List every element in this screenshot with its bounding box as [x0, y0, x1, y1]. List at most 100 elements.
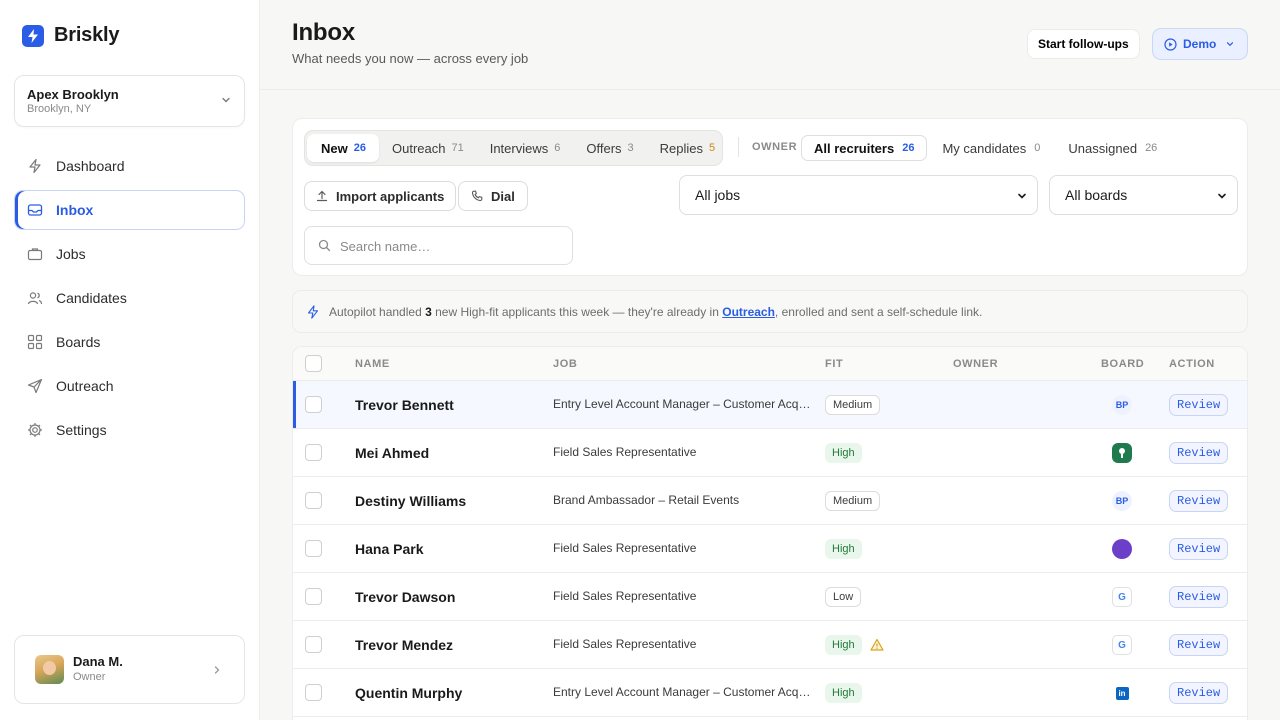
row-checkbox[interactable]	[305, 396, 322, 413]
board-linkedin-icon: in	[1112, 683, 1132, 703]
candidate-name[interactable]: Trevor Bennett	[355, 397, 454, 413]
table-row[interactable]: Trevor Mendez Field Sales Representative…	[293, 621, 1247, 669]
review-button[interactable]: Review	[1169, 394, 1229, 416]
nav-label: Boards	[56, 334, 101, 350]
brand[interactable]: Briskly	[22, 24, 120, 47]
column-header-fit[interactable]: FIT	[825, 358, 843, 370]
table-row[interactable]: Trevor Bennett Entry Level Account Manag…	[293, 381, 1247, 429]
banner-count: 3	[425, 304, 432, 319]
boards-select[interactable]: All boards	[1049, 175, 1238, 215]
table-row[interactable]: Destiny Williams Brand Ambassador – Reta…	[293, 477, 1247, 525]
tab-new[interactable]: New 26	[307, 134, 379, 162]
users-icon	[26, 289, 44, 307]
tab-count: 26	[1145, 142, 1158, 154]
board-purple-icon	[1112, 539, 1132, 559]
column-header-job[interactable]: JOB	[553, 358, 577, 370]
review-button[interactable]: Review	[1169, 442, 1229, 464]
chevron-down-icon	[1218, 193, 1226, 199]
select-all-checkbox[interactable]	[305, 355, 322, 372]
column-header-board[interactable]: BOARD	[1101, 358, 1144, 370]
review-button[interactable]: Review	[1169, 682, 1229, 704]
workspace-name: Apex Brooklyn	[27, 87, 119, 102]
owner-tab-my-candidates[interactable]: My candidates 0	[929, 135, 1053, 161]
demo-button[interactable]: Demo	[1152, 28, 1248, 60]
job-title: Brand Ambassador – Retail Events	[553, 493, 740, 507]
button-label: Dial	[491, 188, 515, 204]
candidate-name[interactable]: Destiny Williams	[355, 493, 466, 509]
nav-item-boards[interactable]: Boards	[14, 322, 245, 362]
start-follow-ups-button[interactable]: Start follow-ups	[1027, 29, 1140, 59]
demo-label: Demo	[1183, 37, 1217, 51]
nav-item-candidates[interactable]: Candidates	[14, 278, 245, 318]
outreach-link[interactable]: Outreach	[722, 305, 775, 319]
table-row[interactable]: Trevor Dawson Field Sales Representative…	[293, 573, 1247, 621]
candidate-name[interactable]: Trevor Mendez	[355, 637, 453, 653]
tab-count: 5	[709, 142, 716, 154]
row-checkbox[interactable]	[305, 636, 322, 653]
fit-badge: Medium	[825, 395, 881, 415]
tab-offers[interactable]: Offers 3	[573, 134, 646, 162]
import-applicants-button[interactable]: Import applicants	[304, 181, 457, 211]
fit-badge: Low	[825, 587, 862, 607]
divider	[738, 137, 739, 157]
owner-tab-all-recruiters[interactable]: All recruiters 26	[801, 135, 928, 161]
applicants-table: NAME JOB FIT OWNER BOARD ACTION Trevor B…	[292, 346, 1248, 720]
column-header-owner[interactable]: OWNER	[953, 358, 998, 370]
fit-badge: High	[825, 443, 862, 463]
table-row[interactable]: Quentin Murphy Entry Level Account Manag…	[293, 669, 1247, 717]
tab-outreach[interactable]: Outreach 71	[379, 134, 477, 162]
nav-item-inbox[interactable]: Inbox	[14, 190, 245, 230]
job-title: Field Sales Representative	[553, 541, 697, 555]
tab-replies[interactable]: Replies 5	[647, 134, 728, 162]
row-checkbox[interactable]	[305, 684, 322, 701]
header-divider	[260, 89, 1280, 90]
grid-icon	[26, 333, 44, 351]
board-green-icon	[1112, 443, 1132, 463]
row-checkbox[interactable]	[305, 444, 322, 461]
autopilot-banner: Autopilot handled 3 new High-fit applica…	[292, 290, 1248, 333]
owner-tab-unassigned[interactable]: Unassigned 26	[1055, 135, 1170, 161]
send-icon	[26, 377, 44, 395]
gear-icon	[26, 421, 44, 439]
search-field[interactable]	[304, 226, 573, 265]
review-button[interactable]: Review	[1169, 490, 1229, 512]
column-header-name[interactable]: NAME	[355, 358, 390, 370]
sidebar: Briskly Apex Brooklyn Brooklyn, NY Dashb…	[0, 0, 260, 720]
chevron-down-icon	[1227, 42, 1234, 47]
tab-label: Unassigned	[1068, 140, 1138, 156]
candidate-name[interactable]: Hana Park	[355, 541, 423, 557]
user-menu[interactable]: Dana M. Owner	[14, 635, 245, 704]
tab-count: 3	[627, 142, 634, 154]
user-name: Dana M.	[73, 654, 123, 669]
tab-count: 26	[902, 142, 915, 154]
table-row[interactable]: Hana Park Field Sales Representative Hig…	[293, 525, 1247, 573]
row-checkbox[interactable]	[305, 540, 322, 557]
select-value: All jobs	[695, 187, 741, 203]
search-input[interactable]	[340, 236, 560, 256]
candidate-name[interactable]: Mei Ahmed	[355, 445, 429, 461]
workspace-switcher[interactable]: Apex Brooklyn Brooklyn, NY	[14, 75, 245, 127]
page-subtitle: What needs you now — across every job	[292, 51, 529, 66]
nav-item-dashboard[interactable]: Dashboard	[14, 146, 245, 186]
avatar	[35, 655, 64, 684]
nav-item-outreach[interactable]: Outreach	[14, 366, 245, 406]
nav-item-settings[interactable]: Settings	[14, 410, 245, 450]
review-button[interactable]: Review	[1169, 586, 1229, 608]
fit-badge: High	[825, 635, 862, 655]
tab-interviews[interactable]: Interviews 6	[477, 134, 574, 162]
nav-item-jobs[interactable]: Jobs	[14, 234, 245, 274]
review-button[interactable]: Review	[1169, 538, 1229, 560]
candidate-name[interactable]: Quentin Murphy	[355, 685, 462, 701]
row-checkbox[interactable]	[305, 492, 322, 509]
table-row[interactable]: Mei Ahmed Field Sales Representative Hig…	[293, 429, 1247, 477]
page-title: Inbox	[292, 19, 355, 46]
row-checkbox[interactable]	[305, 588, 322, 605]
bolt-icon	[22, 24, 44, 47]
column-header-action[interactable]: ACTION	[1169, 358, 1215, 370]
google-g: G	[1118, 591, 1126, 603]
candidate-name[interactable]: Trevor Dawson	[355, 589, 455, 605]
dial-button[interactable]: Dial	[458, 181, 528, 211]
nav-label: Jobs	[56, 246, 86, 262]
review-button[interactable]: Review	[1169, 634, 1229, 656]
jobs-select[interactable]: All jobs	[679, 175, 1038, 215]
